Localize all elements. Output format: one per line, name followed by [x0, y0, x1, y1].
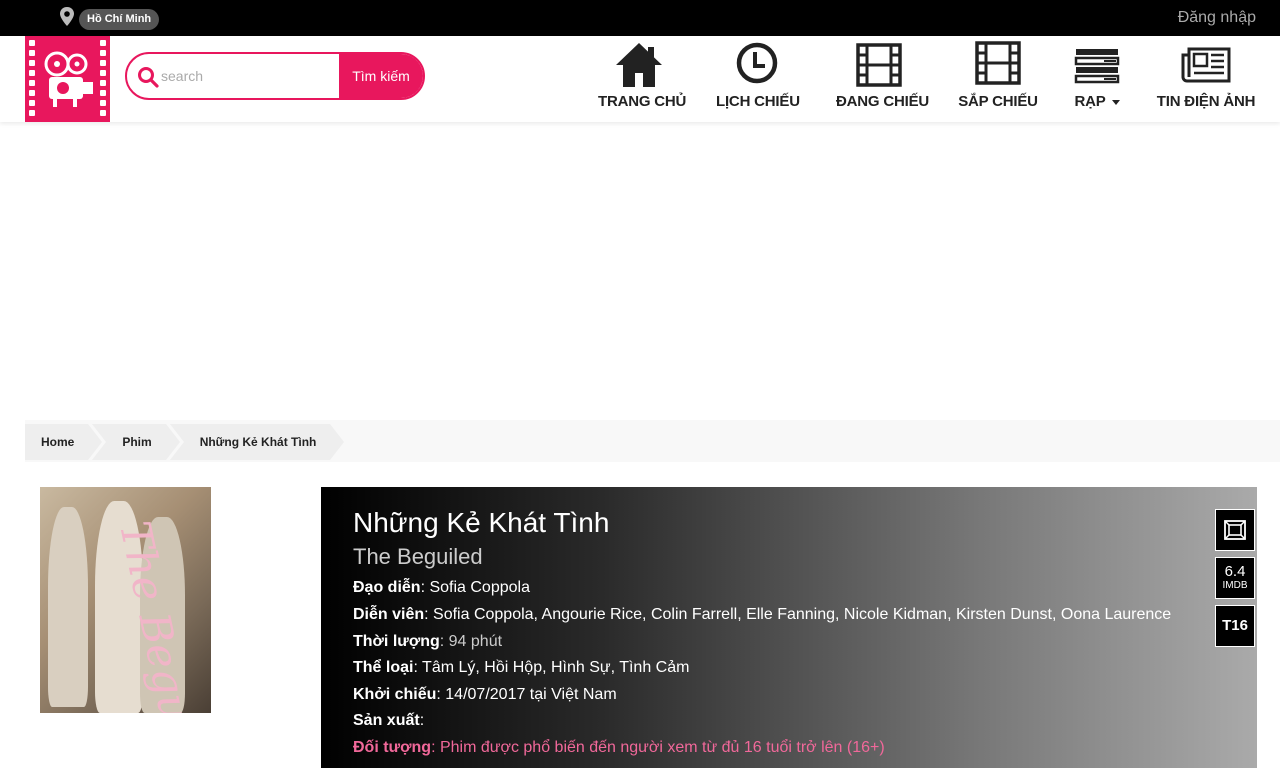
movie-production: Sản xuất:: [353, 712, 425, 729]
breadcrumb-home[interactable]: Home: [25, 424, 103, 460]
movie-info-panel: Những Kẻ Khát Tình The Beguiled Đạo diễn…: [321, 487, 1257, 768]
home-icon: [616, 43, 662, 87]
nav-coming-soon-label: SẮP CHIẾU: [958, 93, 1038, 110]
movie-genre: Thể loại: Tâm Lý, Hồi Hộp, Hình Sự, Tình…: [353, 659, 690, 676]
search-box: Tìm kiếm: [125, 52, 425, 100]
format-badge: [1215, 509, 1255, 551]
search-button[interactable]: Tìm kiếm: [339, 54, 423, 98]
breadcrumb-current: Những Kẻ Khát Tình: [169, 424, 345, 460]
movie-director: Đạo diễn: Sofia Coppola: [353, 579, 530, 596]
nav-cinemas-label: RẠP: [1070, 93, 1124, 110]
imdb-score: 6.4: [1224, 563, 1246, 580]
film-projector-icon: [44, 51, 93, 107]
movie-audience: Đối tượng: Phim được phổ biến đến người …: [353, 739, 885, 756]
nav-home-label: TRANG CHỦ: [598, 93, 687, 110]
nav-movie-news-label: TIN ĐIỆN ẢNH: [1156, 93, 1256, 110]
nav-home[interactable]: TRANG CHỦ: [598, 36, 687, 122]
chevron-down-icon: [1111, 99, 1120, 105]
nav-now-showing[interactable]: ĐANG CHIẾU: [836, 36, 930, 122]
location-pin-icon[interactable]: [59, 7, 75, 27]
nav-movie-news[interactable]: TIN ĐIỆN ẢNH: [1156, 36, 1256, 122]
header: Tìm kiếm TRANG CHỦ LỊCH CHIẾU ĐANG C: [0, 36, 1280, 122]
nav-coming-soon[interactable]: SẮP CHIẾU: [958, 36, 1038, 122]
site-logo[interactable]: [25, 36, 110, 122]
breadcrumb: Home Phim Những Kẻ Khát Tình: [25, 424, 345, 460]
nav-now-showing-label: ĐANG CHIẾU: [836, 93, 930, 110]
login-link[interactable]: Đăng nhập: [1178, 8, 1256, 28]
film-strip-icon: [856, 43, 902, 87]
imdb-label: IMDB: [1222, 580, 1248, 591]
movie-cast: Diễn viên: Sofia Coppola, Angourie Rice,…: [353, 606, 1172, 623]
search-input[interactable]: [161, 60, 339, 92]
search-icon: [138, 67, 159, 88]
film-strip-alt-icon: [975, 41, 1021, 85]
movie-duration: Thời lượng: 94 phút: [353, 633, 503, 650]
clock-icon: [736, 42, 778, 84]
movie-release: Khởi chiếu: 14/07/2017 tại Việt Nam: [353, 686, 617, 703]
screen-format-icon: [1224, 520, 1246, 540]
age-rating-badge: T16: [1215, 605, 1255, 647]
breadcrumb-movies[interactable]: Phim: [92, 424, 181, 460]
nav-schedule-label: LỊCH CHIẾU: [716, 93, 800, 110]
poster-figure-left: [48, 507, 88, 707]
logo-film-strip-right: [99, 36, 107, 122]
imdb-badge: 6.4 IMDB: [1215, 557, 1255, 599]
logo-film-strip-left: [28, 36, 36, 122]
list-icon: [1074, 49, 1120, 84]
top-bar: Hồ Chí Minh Đăng nhập: [0, 0, 1280, 36]
movie-title: Những Kẻ Khát Tình: [353, 507, 610, 538]
breadcrumb-bar: Home Phim Những Kẻ Khát Tình: [25, 420, 1280, 462]
movie-poster[interactable]: The Beguiled: [40, 487, 211, 713]
newspaper-icon: [1181, 47, 1231, 83]
city-selector[interactable]: Hồ Chí Minh: [79, 9, 160, 30]
movie-original-title: The Beguiled: [353, 544, 483, 569]
nav-schedule[interactable]: LỊCH CHIẾU: [716, 36, 800, 122]
nav-cinemas[interactable]: RẠP: [1070, 36, 1124, 122]
